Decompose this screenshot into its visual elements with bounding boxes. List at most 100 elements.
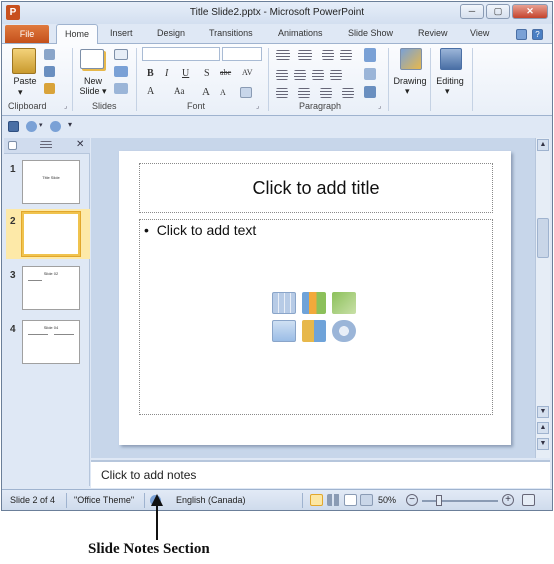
close-button[interactable]: ✕	[512, 4, 548, 19]
tab-design[interactable]: Design	[157, 28, 185, 38]
undo-dropdown-icon[interactable]: ▾	[39, 121, 43, 129]
file-tab[interactable]: File	[5, 25, 49, 43]
tab-slide-show[interactable]: Slide Show	[348, 28, 393, 38]
copy-icon[interactable]	[44, 66, 55, 77]
content-placeholder[interactable]: • Click to add text	[139, 219, 493, 415]
minimize-button[interactable]: ─	[460, 4, 484, 19]
shadow-button[interactable]: S	[204, 68, 210, 79]
ribbon-minimize-icon[interactable]	[516, 29, 527, 40]
tab-view[interactable]: View	[470, 28, 489, 38]
font-launcher-icon[interactable]: ⌟	[256, 102, 259, 110]
vertical-scrollbar[interactable]: ▲ ▼ ▲ ▼	[535, 138, 550, 458]
drawing-button-label[interactable]: Drawing	[390, 76, 430, 86]
tab-home[interactable]: Home	[56, 24, 99, 45]
text-direction-icon[interactable]	[364, 48, 376, 62]
line-spacing-alt-icon[interactable]	[320, 88, 332, 98]
insert-table-icon[interactable]	[272, 292, 296, 314]
zoom-level[interactable]: 50%	[378, 495, 396, 505]
bold-button[interactable]: B	[147, 68, 154, 79]
tab-transitions[interactable]: Transitions	[209, 28, 253, 38]
paste-button-label[interactable]: Paste	[10, 76, 40, 86]
slide-canvas[interactable]: Click to add title • Click to add text	[119, 151, 511, 445]
tab-insert[interactable]: Insert	[110, 28, 133, 38]
change-case-button[interactable]: Aa	[174, 86, 185, 96]
theme-status[interactable]: "Office Theme"	[74, 495, 134, 505]
powerpoint-app-icon[interactable]: P	[6, 5, 20, 20]
customize-toolbar-icon[interactable]: ▾	[68, 120, 72, 129]
new-slide-icon[interactable]	[80, 49, 104, 69]
tab-review[interactable]: Review	[418, 28, 448, 38]
insert-smartart-icon[interactable]	[332, 292, 356, 314]
normal-view-icon[interactable]	[310, 494, 323, 506]
shrink-font-button[interactable]: A	[220, 88, 226, 97]
font-size-input[interactable]	[222, 47, 262, 61]
slide-sorter-view-icon[interactable]	[327, 494, 340, 506]
insert-media-icon[interactable]	[332, 320, 356, 342]
insert-picture-icon[interactable]	[272, 320, 296, 342]
slides-tab-icon[interactable]	[8, 141, 17, 150]
bullets-icon[interactable]	[276, 50, 290, 60]
paste-dropdown-icon[interactable]: ▾	[18, 87, 23, 98]
slide-thumbnail-1[interactable]: Title Slide	[22, 160, 80, 204]
scroll-down-icon[interactable]: ▼	[537, 406, 549, 418]
increase-indent-icon[interactable]	[340, 50, 352, 60]
title-placeholder[interactable]: Click to add title	[139, 163, 493, 213]
align-text-icon[interactable]	[364, 68, 376, 80]
scroll-up-icon[interactable]: ▲	[537, 139, 549, 151]
columns-icon[interactable]	[276, 88, 288, 98]
restore-button[interactable]: ▢	[486, 4, 510, 19]
editing-dropdown-icon[interactable]: ▾	[445, 86, 450, 97]
language-status[interactable]: English (Canada)	[176, 495, 246, 505]
slide-thumbnail-2[interactable]	[22, 212, 80, 256]
strikethrough-button[interactable]: abc	[220, 68, 231, 77]
slide-show-view-icon[interactable]	[360, 494, 373, 506]
editing-button-label[interactable]: Editing	[430, 76, 470, 86]
slide-notes-pane[interactable]: Click to add notes	[91, 460, 550, 488]
zoom-slider-track[interactable]	[422, 500, 498, 502]
slide-thumbnail-3[interactable]: Slide 02	[22, 266, 80, 310]
numbering-icon[interactable]	[298, 50, 312, 60]
new-slide-label-2[interactable]: Slide ▾	[76, 86, 110, 97]
zoom-slider-thumb[interactable]	[435, 495, 442, 506]
section-icon[interactable]	[114, 83, 128, 94]
cut-icon[interactable]	[44, 49, 55, 60]
insert-clip-art-icon[interactable]	[302, 320, 326, 342]
font-color-button[interactable]: A	[147, 86, 154, 97]
align-left-icon[interactable]	[276, 70, 288, 80]
decrease-indent-icon[interactable]	[322, 50, 334, 60]
undo-icon[interactable]	[26, 121, 37, 132]
font-name-input[interactable]	[142, 47, 220, 61]
help-icon[interactable]: ?	[532, 29, 543, 40]
smartart-icon[interactable]	[364, 86, 376, 98]
new-slide-label-1[interactable]: New	[76, 76, 110, 86]
clipboard-launcher-icon[interactable]: ⌟	[64, 102, 67, 110]
zoom-out-icon[interactable]: −	[406, 494, 418, 506]
reading-view-icon[interactable]	[344, 494, 357, 506]
paragraph-launcher-icon[interactable]: ⌟	[378, 102, 381, 110]
previous-slide-icon[interactable]: ▲	[537, 422, 549, 434]
underline-button[interactable]: U	[182, 68, 189, 79]
next-slide-icon[interactable]: ▼	[537, 438, 549, 450]
panel-close-icon[interactable]: ✕	[76, 139, 84, 150]
italic-button[interactable]: I	[165, 68, 168, 79]
drawing-icon[interactable]	[400, 48, 422, 70]
outline-tab-icon[interactable]	[40, 141, 52, 150]
drawing-dropdown-icon[interactable]: ▾	[405, 86, 410, 97]
scroll-thumb[interactable]	[537, 218, 549, 258]
fit-slide-icon[interactable]	[522, 494, 535, 506]
zoom-in-icon[interactable]: +	[502, 494, 514, 506]
binoculars-icon[interactable]	[440, 48, 462, 70]
clear-formatting-icon[interactable]	[240, 87, 252, 98]
align-right-icon[interactable]	[312, 70, 324, 80]
save-icon[interactable]	[8, 121, 19, 132]
line-spacing-icon[interactable]	[298, 88, 310, 98]
grow-font-button[interactable]: A	[202, 86, 210, 98]
paste-icon[interactable]	[12, 48, 36, 74]
redo-icon[interactable]	[50, 121, 61, 132]
justify-icon[interactable]	[330, 70, 342, 80]
paragraph-align-icon[interactable]	[342, 88, 354, 98]
insert-chart-icon[interactable]	[302, 292, 326, 314]
format-painter-icon[interactable]	[44, 83, 55, 94]
tab-animations[interactable]: Animations	[278, 28, 323, 38]
reset-icon[interactable]	[114, 66, 128, 77]
